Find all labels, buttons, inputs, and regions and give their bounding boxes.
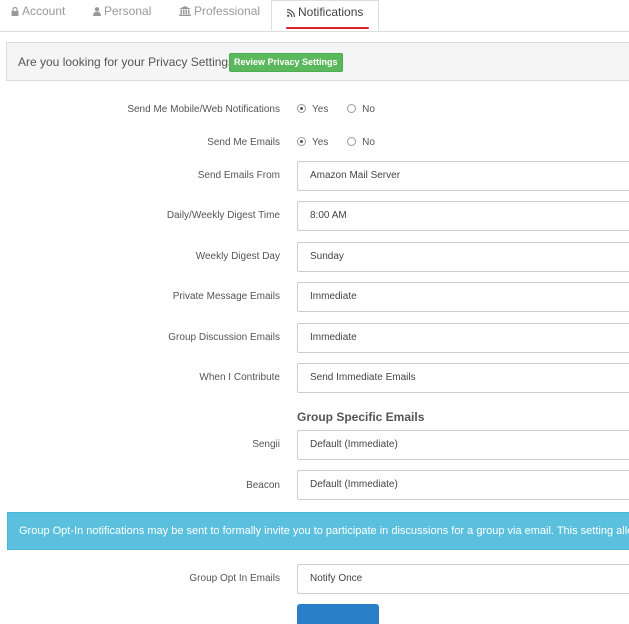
digest-day-select[interactable]: Sunday [297,242,629,272]
tab-label: Personal [104,4,152,18]
tab-personal[interactable]: Personal [93,0,151,31]
institution-icon [179,1,191,23]
sengii-label: Sengii [252,439,280,450]
mobile-web-no-option[interactable]: No [347,103,375,115]
group-opt-in-info-alert: Group Opt-In notifications may be sent t… [7,512,629,550]
mobile-web-notifications-radio-group: Yes No [297,103,391,115]
beacon-label: Beacon [246,480,280,491]
tab-account[interactable]: Account [11,0,65,31]
tab-notifications[interactable]: Notifications [271,0,379,31]
when-i-contribute-label: When I Contribute [199,372,280,383]
profile-tabs: Account Personal Professional Notificati… [0,0,629,32]
group-specific-heading: Group Specific Emails [297,410,425,424]
sengii-select[interactable]: Default (Immediate) [297,430,629,460]
group-discussion-emails-label: Group Discussion Emails [168,332,280,343]
save-button[interactable] [297,604,379,624]
group-opt-in-emails-select[interactable]: Notify Once [297,564,629,594]
mobile-web-notifications-label: Send Me Mobile/Web Notifications [127,104,280,115]
tab-professional[interactable]: Professional [179,0,260,31]
group-discussion-emails-select[interactable]: Immediate [297,323,629,353]
private-message-emails-label: Private Message Emails [172,291,280,302]
lock-icon [11,1,19,23]
rss-icon [286,2,295,24]
send-emails-yes-option[interactable]: Yes [297,136,328,148]
privacy-settings-bar: Are you looking for your Privacy Setting… [6,42,629,81]
radio-unchecked[interactable] [347,103,357,113]
send-emails-label: Send Me Emails [207,137,280,148]
mobile-web-yes-option[interactable]: Yes [297,103,328,115]
emails-from-label: Send Emails From [197,170,280,181]
emails-from-select[interactable]: Amazon Mail Server [297,161,629,191]
digest-day-label: Weekly Digest Day [195,251,280,262]
user-icon [93,1,101,23]
when-i-contribute-select[interactable]: Send Immediate Emails [297,363,629,393]
radio-unchecked[interactable] [347,136,357,146]
tab-label: Professional [194,4,261,18]
active-tab-indicator [286,27,369,29]
group-opt-in-emails-label: Group Opt In Emails [189,573,280,584]
digest-time-select[interactable]: 8:00 AM [297,201,629,231]
review-privacy-settings-button[interactable]: Review Privacy Settings [229,53,343,72]
tab-label: Account [22,4,66,18]
beacon-select[interactable]: Default (Immediate) [297,470,629,500]
send-emails-radio-group: Yes No [297,136,391,148]
tab-label: Notifications [298,5,364,19]
radio-checked[interactable] [297,103,306,113]
privacy-prompt: Are you looking for your Privacy Setting… [18,55,241,69]
send-emails-no-option[interactable]: No [347,136,375,148]
digest-time-label: Daily/Weekly Digest Time [166,210,280,221]
radio-checked[interactable] [297,136,306,146]
private-message-emails-select[interactable]: Immediate [297,282,629,312]
